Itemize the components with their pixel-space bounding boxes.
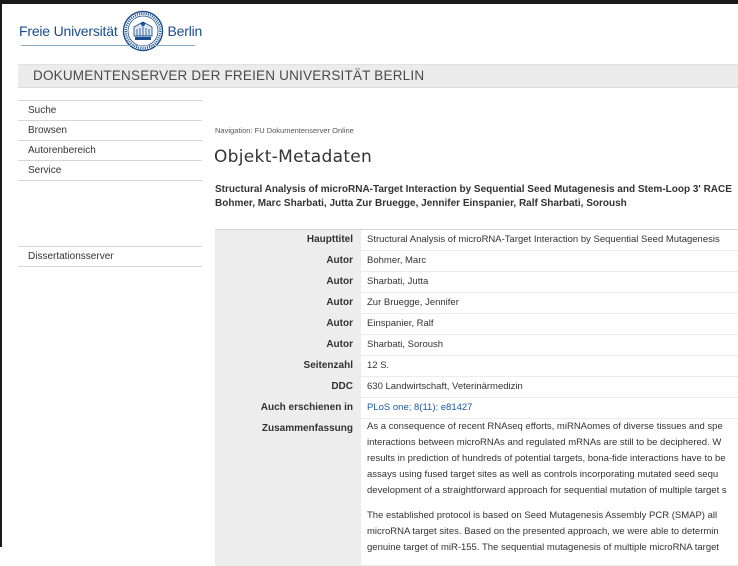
metadata-row-ddc: DDC 630 Landwirtschaft, Veterinärmedizin	[215, 377, 738, 398]
metadata-label: Autor	[215, 272, 361, 292]
metadata-label: Autor	[215, 335, 361, 355]
site-title: DOKUMENTENSERVER DER FREIEN UNIVERSITÄT …	[33, 68, 425, 83]
metadata-label: Zusammenfassung	[215, 419, 361, 565]
metadata-row-autor: Autor Zur Bruegge, Jennifer	[215, 293, 738, 314]
metadata-value: 630 Landwirtschaft, Veterinärmedizin	[367, 381, 523, 392]
window-frame-left	[0, 0, 2, 547]
fu-berlin-logo[interactable]: Freie Universität Berlin	[19, 10, 203, 52]
logo-text-right: Berlin	[167, 23, 203, 39]
work-title: Structural Analysis of microRNA-Target I…	[215, 183, 738, 211]
abstract-line: results in prediction of hundreds of pot…	[367, 453, 726, 464]
sidebar-nav: Suche Browsen Autorenbereich Service	[18, 100, 202, 181]
metadata-table: Haupttitel Structural Analysis of microR…	[215, 229, 738, 566]
breadcrumb-prefix: Navigation:	[215, 126, 253, 135]
sidebar-item-service[interactable]: Service	[18, 161, 202, 181]
metadata-value: Structural Analysis of microRNA-Target I…	[367, 234, 720, 245]
sidebar-nav-secondary: Dissertationsserver	[18, 246, 202, 267]
metadata-row-autor: Autor Sharbati, Soroush	[215, 335, 738, 356]
abstract-line: interactions between microRNAs and regul…	[367, 437, 722, 448]
metadata-row-autor: Autor Sharbati, Jutta	[215, 272, 738, 293]
metadata-label: Seitenzahl	[215, 356, 361, 376]
metadata-value: Sharbati, Soroush	[367, 339, 444, 350]
site-header-band: DOKUMENTENSERVER DER FREIEN UNIVERSITÄT …	[18, 64, 738, 88]
sidebar-item-suche[interactable]: Suche	[18, 100, 202, 121]
breadcrumb-link[interactable]: FU Dokumentenserver Online	[255, 126, 354, 135]
logo-text-left: Freie Universität	[19, 23, 118, 39]
abstract-line: development of a straightforward approac…	[367, 485, 727, 496]
metadata-value: Sharbati, Jutta	[367, 276, 429, 287]
abstract-line: genuine target of miR-155. The sequentia…	[367, 542, 720, 553]
metadata-value: Bohmer, Marc	[367, 255, 427, 266]
breadcrumb: Navigation: FU Dokumentenserver Online	[215, 126, 354, 135]
metadata-label: Autor	[215, 293, 361, 313]
metadata-label: Haupttitel	[215, 230, 361, 250]
metadata-label: Autor	[215, 314, 361, 334]
metadata-row-haupttitel: Haupttitel Structural Analysis of microR…	[215, 229, 738, 251]
journal-link[interactable]: PLoS one; 8(11): e81427	[367, 402, 472, 413]
work-title-line1: Structural Analysis of microRNA-Target I…	[215, 184, 732, 195]
window-frame-top	[0, 0, 738, 4]
metadata-value: Einspanier, Ralf	[367, 318, 434, 329]
abstract-paragraph: The established protocol is based on See…	[367, 508, 738, 556]
sidebar-item-dissertationsserver[interactable]: Dissertationsserver	[18, 246, 202, 267]
metadata-value: PLoS one; 8(11): e81427	[361, 398, 738, 418]
metadata-row-auch-erschienen: Auch erschienen in PLoS one; 8(11): e814…	[215, 398, 738, 419]
metadata-label: DDC	[215, 377, 361, 397]
metadata-row-zusammenfassung: Zusammenfassung As a consequence of rece…	[215, 419, 738, 566]
metadata-row-seitenzahl: Seitenzahl 12 S.	[215, 356, 738, 377]
sidebar-item-browsen[interactable]: Browsen	[18, 121, 202, 141]
abstract-line: As a consequence of recent RNAseq effort…	[367, 421, 723, 432]
abstract-line: assays using fused target sites as well …	[367, 469, 719, 480]
metadata-value: 12 S.	[367, 360, 390, 371]
metadata-row-autor: Autor Einspanier, Ralf	[215, 314, 738, 335]
metadata-label: Auch erschienen in	[215, 398, 361, 418]
abstract-text: As a consequence of recent RNAseq effort…	[361, 419, 738, 565]
logo-underline	[21, 45, 195, 46]
abstract-paragraph: As a consequence of recent RNAseq effort…	[367, 419, 738, 499]
page-title: Objekt-Metadaten	[214, 147, 373, 167]
sidebar-item-autorenbereich[interactable]: Autorenbereich	[18, 141, 202, 161]
abstract-line: microRNA target sites. Based on the pres…	[367, 526, 719, 537]
abstract-line: The established protocol is based on See…	[367, 510, 718, 521]
metadata-label: Autor	[215, 251, 361, 271]
metadata-value: Zur Bruegge, Jennifer	[367, 297, 459, 308]
metadata-row-autor: Autor Bohmer, Marc	[215, 251, 738, 272]
work-title-authors: Bohmer, Marc Sharbati, Jutta Zur Bruegge…	[215, 198, 627, 209]
